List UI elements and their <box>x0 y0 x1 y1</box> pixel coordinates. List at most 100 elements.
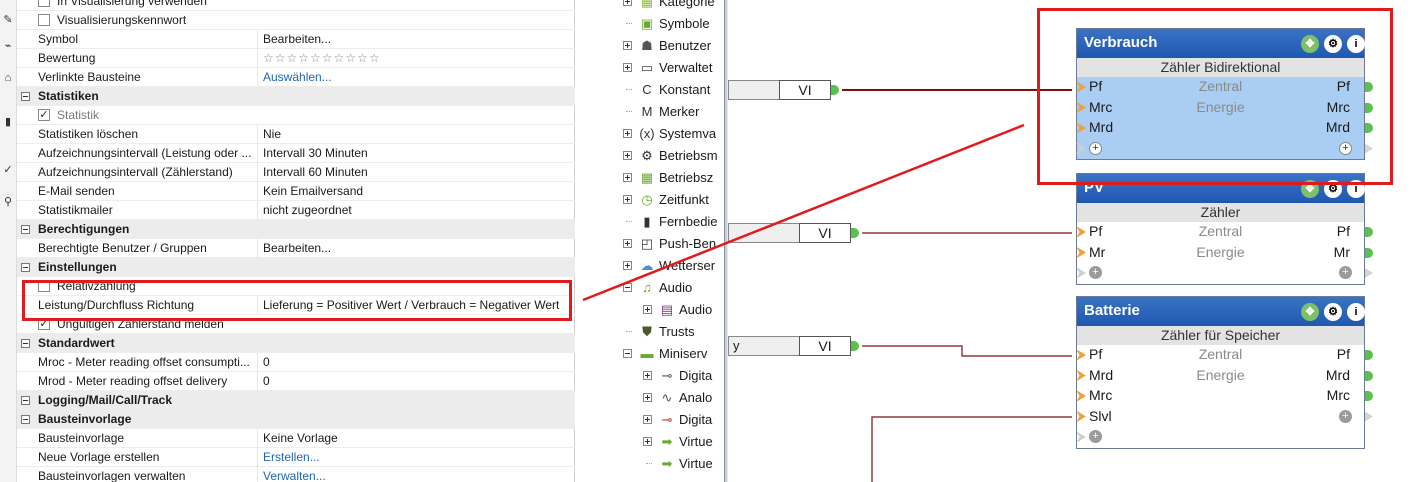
property-section-header[interactable]: Logging/Mail/Call/Track <box>17 391 575 410</box>
expand-icon[interactable] <box>623 151 632 160</box>
tree-item[interactable]: ▮ Fernbedie <box>612 212 724 232</box>
property-value[interactable]: Bearbeiten... <box>263 32 573 47</box>
checkbox[interactable]: ✓ <box>38 109 50 121</box>
tree-item[interactable]: M Merker <box>612 102 724 122</box>
block-header[interactable]: Batterie ✥ ⚙ i <box>1077 297 1365 326</box>
property-value[interactable]: Bearbeiten... <box>263 241 573 256</box>
property-row[interactable]: Statistiken löschen Nie <box>17 125 575 144</box>
expand-icon[interactable] <box>623 63 632 72</box>
tree-item[interactable]: (x) Systemva <box>612 124 724 144</box>
property-row[interactable]: Verlinkte Bausteine Auswählen... <box>17 68 575 87</box>
tree-item[interactable]: ⊸ Digita <box>612 410 724 430</box>
property-section-header[interactable]: Berechtigungen <box>17 220 575 239</box>
rating-stars[interactable]: ☆☆☆☆☆☆☆☆☆☆ <box>263 51 573 66</box>
virtual-input-block[interactable] <box>728 80 780 100</box>
property-row[interactable]: Mrod - Meter reading offset delivery 0 <box>17 372 575 391</box>
input-placeholder-icon[interactable] <box>1076 431 1086 443</box>
property-value[interactable]: nicht zugeordnet <box>263 203 573 218</box>
property-section-header[interactable]: Standardwert <box>17 334 575 353</box>
property-value[interactable]: 0 <box>263 374 573 389</box>
tree-item[interactable]: ➡ Virtue <box>612 454 724 474</box>
expand-icon[interactable] <box>623 41 632 50</box>
function-block[interactable]: PV ✥ ⚙ i Zähler Pf Zentral Pf Mr Energie Mr + + <box>1076 173 1373 285</box>
expand-icon[interactable] <box>623 0 632 6</box>
tree-item[interactable]: ▦ Betriebsz <box>612 168 724 188</box>
collapse-toggle-icon[interactable] <box>21 92 30 101</box>
info-icon[interactable]: i <box>1347 303 1365 321</box>
move-icon[interactable]: ✥ <box>1301 303 1319 321</box>
tree-item[interactable]: ▣ Symbole <box>612 14 724 34</box>
tree-item[interactable]: ♫ Audio <box>612 278 724 298</box>
property-section-header[interactable]: Bausteinvorlage <box>17 410 575 429</box>
collapse-icon[interactable] <box>623 283 632 292</box>
expand-icon[interactable] <box>623 173 632 182</box>
expand-icon[interactable] <box>643 415 652 424</box>
output-connector-icon[interactable] <box>1365 247 1373 258</box>
tree-item[interactable]: ➡ Virtue <box>612 432 724 452</box>
tree-item[interactable]: ▦ Kategorie <box>612 0 724 12</box>
collapse-toggle-icon[interactable] <box>21 415 30 424</box>
input-connector-icon[interactable] <box>1076 410 1086 423</box>
property-row[interactable]: Berechtigte Benutzer / Gruppen Bearbeiten… <box>17 239 575 258</box>
expand-icon[interactable] <box>643 371 652 380</box>
gear-icon[interactable]: ⚙ <box>1324 303 1342 321</box>
tool-icon[interactable]: ⌁ <box>2 40 14 52</box>
property-value[interactable]: Auswählen... <box>263 70 573 85</box>
property-value[interactable]: Kein Emailversand <box>263 184 573 199</box>
property-row[interactable]: E-Mail senden Kein Emailversand <box>17 182 575 201</box>
property-row[interactable]: Statistikmailer nicht zugeordnet <box>17 201 575 220</box>
collapse-toggle-icon[interactable] <box>21 339 30 348</box>
tool-icon[interactable]: ⚲ <box>2 196 14 208</box>
add-output-icon[interactable]: + <box>1339 266 1352 279</box>
property-value[interactable]: Erstellen... <box>263 450 573 465</box>
property-section-header[interactable]: Statistiken <box>17 87 575 106</box>
tree-item[interactable]: ☁ Wetterser <box>612 256 724 276</box>
input-placeholder-icon[interactable] <box>1076 267 1086 279</box>
tree-item[interactable]: ▬ Miniserv <box>612 344 724 364</box>
expand-icon[interactable] <box>623 239 632 248</box>
property-section-header[interactable]: Einstellungen <box>17 258 575 277</box>
property-row[interactable]: Bewertung ☆☆☆☆☆☆☆☆☆☆ <box>17 49 575 68</box>
checkbox[interactable] <box>38 0 50 7</box>
property-row[interactable]: ✓ Statistik <box>17 106 575 125</box>
checkbox[interactable] <box>38 14 50 26</box>
property-value[interactable]: Intervall 60 Minuten <box>263 165 573 180</box>
expand-icon[interactable] <box>623 129 632 138</box>
property-value[interactable]: Keine Vorlage <box>263 431 573 446</box>
property-row[interactable]: Bausteinvorlagen verwalten Verwalten... <box>17 467 575 482</box>
expand-icon[interactable] <box>643 437 652 446</box>
property-row[interactable]: Symbol Bearbeiten... <box>17 30 575 49</box>
property-value[interactable]: 0 <box>263 355 573 370</box>
virtual-input-block[interactable] <box>728 223 800 243</box>
tree-item[interactable]: ⛊ Trusts <box>612 322 724 342</box>
tree-item[interactable]: ◷ Zeitfunkt <box>612 190 724 210</box>
tree-item[interactable]: ∿ Analo <box>612 388 724 408</box>
tree-item[interactable]: ⊸ Digita <box>612 366 724 386</box>
tree-item[interactable]: ◰ Push-Ben <box>612 234 724 254</box>
property-row[interactable]: Neue Vorlage erstellen Erstellen... <box>17 448 575 467</box>
tree-item[interactable]: ⚙ Betriebsm <box>612 146 724 166</box>
property-row[interactable]: Aufzeichnungsintervall (Leistung oder ..… <box>17 144 575 163</box>
tool-icon[interactable]: ✓ <box>2 164 14 176</box>
collapse-toggle-icon[interactable] <box>21 263 30 272</box>
property-value[interactable]: Nie <box>263 127 573 142</box>
property-value[interactable]: Verwalten... <box>263 469 573 482</box>
output-connector-icon[interactable] <box>1365 370 1373 381</box>
vi-label-box[interactable]: VI <box>799 223 851 243</box>
tree-item[interactable]: ▤ Audio <box>612 300 724 320</box>
expand-icon[interactable] <box>623 261 632 270</box>
input-connector-icon[interactable] <box>1076 390 1086 402</box>
property-row[interactable]: Aufzeichnungsintervall (Zählerstand) Inte… <box>17 163 575 182</box>
add-input-icon[interactable]: + <box>1089 266 1102 279</box>
collapse-toggle-icon[interactable] <box>21 225 30 234</box>
tree-item[interactable]: ☗ Benutzer <box>612 36 724 56</box>
property-value[interactable]: Intervall 30 Minuten <box>263 146 573 161</box>
add-input-icon[interactable]: + <box>1089 430 1102 443</box>
tree-item[interactable]: C Konstant <box>612 80 724 100</box>
collapse-icon[interactable] <box>623 349 632 358</box>
property-row[interactable]: Bausteinvorlage Keine Vorlage <box>17 429 575 448</box>
add-output-icon[interactable]: + <box>1339 409 1352 423</box>
tree-item[interactable]: ▭ Verwaltet <box>612 58 724 78</box>
property-row[interactable]: Visualisierungskennwort <box>17 11 575 30</box>
tool-icon[interactable]: ▮ <box>2 116 14 128</box>
